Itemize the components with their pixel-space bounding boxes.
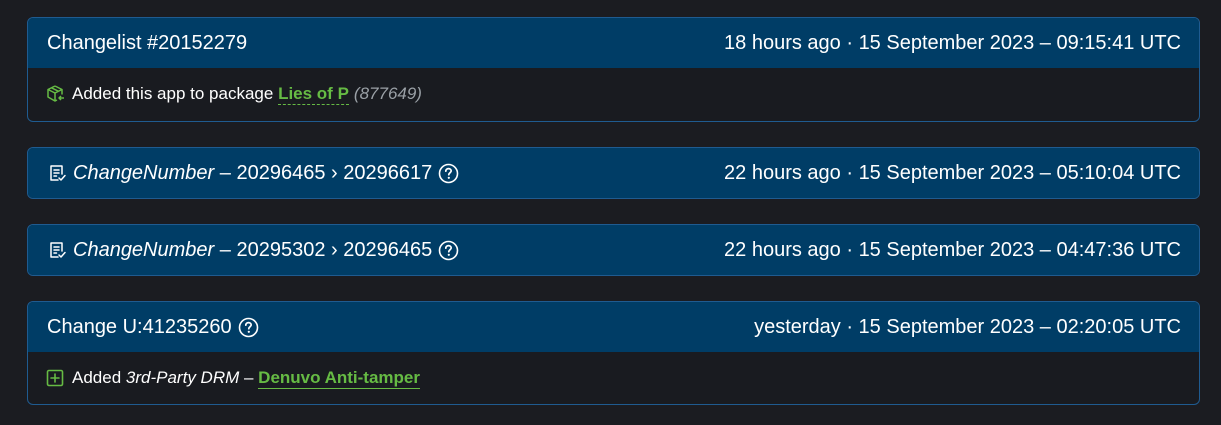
question-circle-icon[interactable] [238, 317, 259, 338]
package-id: (877649) [353, 84, 422, 103]
change-separator: – [214, 161, 237, 184]
change-separator: – [214, 238, 237, 261]
changelist-title[interactable]: Changelist #20152279 [47, 32, 247, 55]
changelist-detail: Added this app to package Lies of P (877… [28, 68, 1199, 120]
change-timestamp: 22 hours ago · 15 September 2023 – 04:47… [724, 238, 1181, 261]
change-detail: Added 3rd-Party DRM – Denuvo Anti-tamper [28, 352, 1199, 404]
changelist-timestamp: 18 hours ago · 15 September 2023 – 09:15… [724, 31, 1181, 54]
change-timestamp: 22 hours ago · 15 September 2023 – 05:10… [724, 161, 1181, 184]
question-circle-icon[interactable] [438, 240, 459, 261]
detail-prefix: Added this app to package [72, 84, 274, 103]
plus-square-icon [46, 369, 64, 387]
change-header: ChangeNumber – 20296465 › 20296617 22 ho… [28, 148, 1199, 198]
drm-link[interactable]: Denuvo Anti-tamper [258, 368, 420, 389]
change-card: ChangeNumber – 20296465 › 20296617 22 ho… [27, 147, 1200, 199]
question-circle-icon[interactable] [438, 163, 459, 184]
package-icon [46, 84, 66, 104]
detail-category: 3rd-Party DRM [125, 368, 240, 387]
change-timestamp: yesterday · 15 September 2023 – 02:20:05… [754, 315, 1181, 338]
detail-separator: – [239, 368, 259, 387]
change-value: 20296465 › 20296617 [236, 161, 433, 184]
change-header: ChangeNumber – 20295302 › 20296465 22 ho… [28, 225, 1199, 275]
change-header: Change U:41235260 yesterday · 15 Septemb… [28, 302, 1199, 352]
change-card: ChangeNumber – 20295302 › 20296465 22 ho… [27, 224, 1200, 276]
change-key: ChangeNumber [73, 238, 215, 261]
document-check-icon [47, 240, 67, 260]
change-value: 20295302 › 20296465 [236, 238, 433, 261]
document-check-icon [47, 163, 67, 183]
change-title: Change U:41235260 [47, 315, 232, 338]
changelist-card: Changelist #20152279 18 hours ago · 15 S… [27, 17, 1200, 122]
change-card: Change U:41235260 yesterday · 15 Septemb… [27, 301, 1200, 405]
change-key: ChangeNumber [73, 161, 215, 184]
changelist-header: Changelist #20152279 18 hours ago · 15 S… [28, 18, 1199, 68]
detail-prefix: Added [72, 368, 122, 387]
package-link[interactable]: Lies of P [278, 84, 349, 105]
